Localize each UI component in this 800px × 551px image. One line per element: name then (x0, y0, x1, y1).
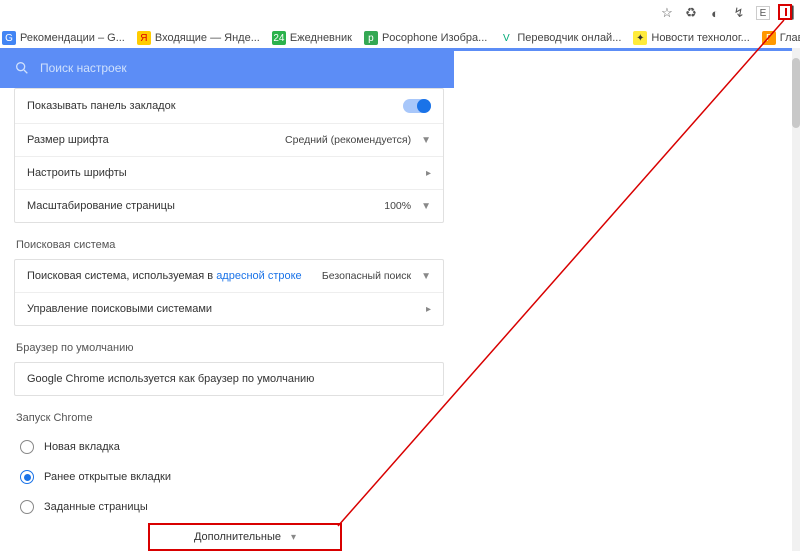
row-label: Масштабирование страницы (27, 200, 175, 212)
bookmark-item[interactable]: 24Ежедневник (272, 31, 352, 45)
bookmark-item[interactable]: pPocophone Изобра... (364, 31, 487, 45)
bookmark-item[interactable]: ЯВходящие — Янде... (137, 31, 260, 45)
appearance-card: Показывать панель закладок Размер шрифта… (14, 88, 444, 223)
chevron-down-icon: ▼ (421, 135, 431, 146)
bookmark-item[interactable]: ГГлавред β (762, 31, 800, 45)
radio-continue[interactable]: Ранее открытые вкладки (14, 462, 444, 492)
row-default-browser: Google Chrome используется как браузер п… (15, 363, 443, 395)
scroll-thumb[interactable] (792, 58, 800, 128)
chevron-right-icon: ▸ (426, 304, 431, 315)
row-label: Google Chrome используется как браузер п… (27, 373, 314, 385)
radio-specific-pages[interactable]: Заданные страницы (14, 492, 444, 522)
chevron-down-icon: ▾ (291, 532, 296, 543)
bookmarks-bar: GРекомендации – G... ЯВходящие — Янде...… (0, 28, 800, 48)
radio-icon (20, 500, 34, 514)
loop-icon[interactable]: ↯ (732, 6, 746, 20)
advanced-button[interactable]: Дополнительные ▾ (148, 523, 342, 551)
font-size-dropdown[interactable]: Средний (рекомендуется)▼ (285, 134, 431, 146)
search-engine-card: Поисковая система, используемая в адресн… (14, 259, 444, 326)
bookmark-item[interactable]: VПереводчик онлай... (499, 31, 621, 45)
row-font-size[interactable]: Размер шрифта Средний (рекомендуется)▼ (15, 123, 443, 156)
address-bar-link[interactable]: адресной строке (216, 270, 302, 282)
section-title-browser: Браузер по умолчанию (16, 342, 444, 354)
toggle-on[interactable] (403, 99, 431, 113)
scrollbar[interactable] (792, 48, 800, 551)
row-label: Управление поисковыми системами (27, 303, 212, 315)
search-input[interactable] (40, 61, 340, 75)
startup-radios: Новая вкладка Ранее открытые вкладки Зад… (14, 432, 444, 522)
settings-search-bar[interactable] (0, 48, 454, 88)
chevron-right-icon: ▸ (426, 168, 431, 179)
row-page-zoom[interactable]: Масштабирование страницы 100%▼ (15, 189, 443, 222)
zoom-dropdown[interactable]: 100%▼ (384, 200, 431, 212)
star-icon[interactable]: ☆ (660, 6, 674, 20)
radio-new-tab[interactable]: Новая вкладка (14, 432, 444, 462)
chevron-down-icon: ▼ (421, 201, 431, 212)
chevron-down-icon: ▼ (421, 271, 431, 282)
callout-highlight (778, 4, 792, 20)
row-manage-search-engines[interactable]: Управление поисковыми системами ▸ (15, 292, 443, 325)
section-title-search: Поисковая система (16, 239, 444, 251)
search-icon (14, 60, 30, 76)
radio-icon (20, 440, 34, 454)
bookmark-item[interactable]: GРекомендации – G... (2, 31, 125, 45)
sync-icon[interactable]: ◐ (708, 6, 722, 20)
default-browser-card: Google Chrome используется как браузер п… (14, 362, 444, 396)
row-label: Размер шрифта (27, 134, 109, 146)
bookmark-item[interactable]: ✦Новости технолог... (633, 31, 749, 45)
recycle-icon[interactable]: ♻ (684, 6, 698, 20)
lang-icon[interactable]: E (756, 6, 770, 20)
search-engine-dropdown[interactable]: Безопасный поиск▼ (322, 270, 431, 282)
section-title-startup: Запуск Chrome (16, 412, 444, 424)
row-show-bookmarks-bar: Показывать панель закладок (15, 89, 443, 123)
toolbar-icons: ☆ ♻ ◐ ↯ E 🔲 (660, 6, 794, 20)
radio-icon-selected (20, 470, 34, 484)
row-configure-fonts[interactable]: Настроить шрифты ▸ (15, 156, 443, 189)
header-accent (454, 48, 792, 51)
settings-content: Показывать панель закладок Размер шрифта… (14, 88, 444, 522)
row-label: Настроить шрифты (27, 167, 127, 179)
row-label: Поисковая система, используемая в адресн… (27, 270, 302, 282)
row-search-engine[interactable]: Поисковая система, используемая в адресн… (15, 260, 443, 292)
row-label: Показывать панель закладок (27, 100, 176, 112)
